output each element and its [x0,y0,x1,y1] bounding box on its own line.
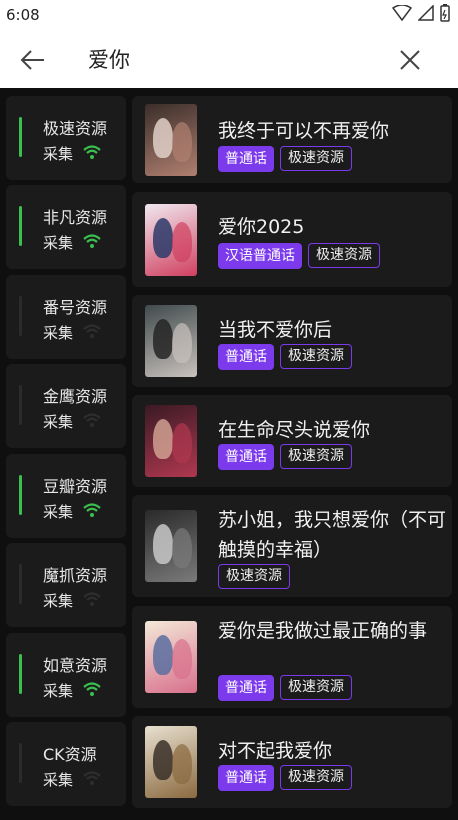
source-sub: 采集 [43,413,74,431]
source-sub: 采集 [43,324,74,342]
result-title: 当我不爱你后 [218,319,333,341]
result-item[interactable]: 爱你是我做过最正确的事普通话 极速资源 [132,606,452,708]
source-indicator [19,385,22,425]
wifi-icon [83,771,101,785]
signal-icon [418,5,434,21]
source-name: 豆瓣资源 [43,477,108,496]
page-title: 爱你 [88,48,130,72]
result-item[interactable]: 对不起我爱你普通话 极速资源 [132,716,452,808]
tag-row: 普通话 极速资源 [218,444,352,470]
app-bar: 爱你 [0,30,458,88]
source-item[interactable]: 豆瓣资源 采集 [6,454,126,538]
tag-badge: 普通话 [218,765,274,791]
status-bar: 6:08 [0,0,458,30]
poster-image [145,204,197,276]
source-item[interactable]: 非凡资源 采集 [6,185,126,269]
source-name: 非凡资源 [43,208,108,227]
source-item[interactable]: 魔抓资源 采集 [6,543,126,627]
result-item[interactable]: 爱你2025 汉语普通话 极速资源 [132,192,452,287]
tag-badge: 普通话 [218,675,274,701]
result-title: 对不起我爱你 [218,740,333,762]
status-time: 6:08 [6,6,40,24]
poster-image [145,726,197,798]
battery-icon [440,4,450,22]
result-title: 苏小姐，我只想爱你（不可触摸的幸福） [218,509,447,561]
wifi-status-icon [392,5,412,21]
tag-badge: 普通话 [218,146,274,172]
tag-row: 普通话 极速资源 [218,765,352,791]
source-sub: 采集 [43,503,74,521]
tag-badge: 极速资源 [280,146,352,171]
result-title: 爱你2025 [218,216,305,238]
poster-image [145,405,197,477]
source-name: 如意资源 [43,656,108,675]
tag-badge: 极速资源 [308,243,380,268]
tag-row: 普通话 极速资源 [218,146,352,172]
wifi-icon [83,234,101,248]
poster-image [145,510,197,582]
source-name: 金鹰资源 [43,387,108,406]
close-icon[interactable] [398,48,422,72]
source-sub: 采集 [43,682,74,700]
source-item[interactable]: 番号资源 采集 [6,275,126,359]
source-indicator [19,117,22,157]
tag-row: 汉语普通话 极速资源 [218,243,380,269]
wifi-icon [83,324,101,338]
wifi-icon [83,413,101,427]
source-item[interactable]: 金鹰资源 采集 [6,364,126,448]
source-sub: 采集 [43,234,74,252]
source-sub: 采集 [43,145,74,163]
poster-image [145,104,197,176]
tag-badge: 极速资源 [280,444,352,469]
source-name: 魔抓资源 [43,566,108,585]
tag-badge: 普通话 [218,344,274,370]
source-indicator [19,296,22,336]
tag-badge: 极速资源 [280,675,352,700]
source-name: CK资源 [43,745,97,764]
source-indicator [19,206,22,246]
wifi-icon [83,592,101,606]
source-indicator [19,475,22,515]
source-item[interactable]: 如意资源 采集 [6,633,126,717]
tag-badge: 极速资源 [280,765,352,790]
poster-image [145,621,197,693]
source-sub: 采集 [43,592,74,610]
back-arrow-icon[interactable] [18,45,48,75]
result-title: 在生命尽头说爱你 [218,419,371,441]
tag-row: 普通话 极速资源 [218,675,352,701]
tag-badge: 极速资源 [218,564,290,589]
tag-row: 极速资源 [218,564,290,589]
source-item[interactable]: CK资源采集 [6,722,126,806]
wifi-icon [83,503,101,517]
source-indicator [19,743,22,783]
result-title: 爱你是我做过最正确的事 [218,620,428,642]
result-item[interactable]: 我终于可以不再爱你普通话 极速资源 [132,96,452,183]
wifi-icon [83,145,101,159]
result-item[interactable]: 苏小姐，我只想爱你（不可触摸的幸福） 极速资源 [132,495,452,597]
status-icons [392,4,450,22]
source-name: 极速资源 [43,119,108,138]
tag-row: 普通话 极速资源 [218,344,352,370]
poster-image [145,305,197,377]
wifi-icon [83,682,101,696]
result-title: 我终于可以不再爱你 [218,120,390,142]
tag-badge: 极速资源 [280,344,352,369]
tag-badge: 汉语普通话 [218,243,302,269]
result-item[interactable]: 当我不爱你后普通话 极速资源 [132,295,452,387]
source-indicator [19,654,22,694]
tag-badge: 普通话 [218,444,274,470]
source-item[interactable]: 极速资源 采集 [6,96,126,180]
result-item[interactable]: 在生命尽头说爱你普通话 极速资源 [132,395,452,487]
source-sub: 采集 [43,771,74,789]
source-name: 番号资源 [43,298,108,317]
source-indicator [19,564,22,604]
